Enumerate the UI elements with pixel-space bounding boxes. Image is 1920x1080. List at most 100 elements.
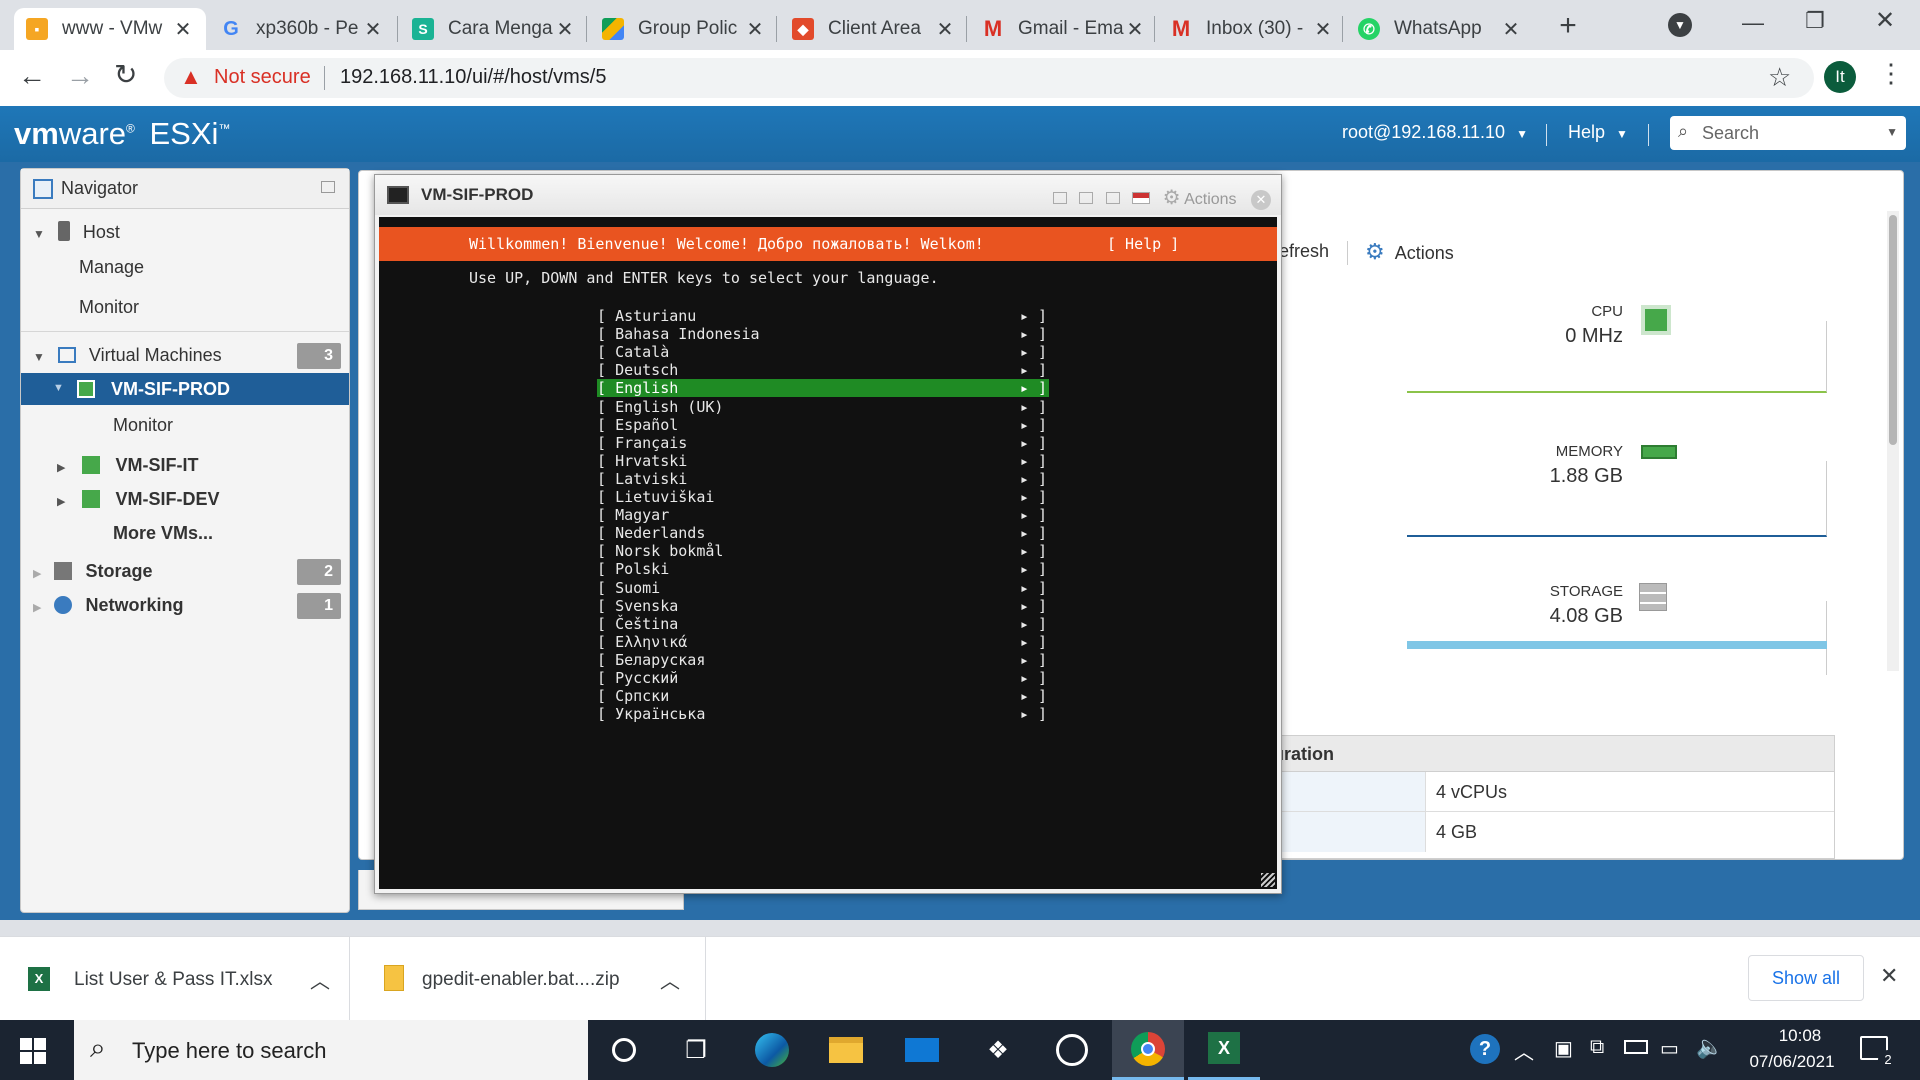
volume-icon[interactable]: 🔈	[1696, 1034, 1723, 1060]
language-option[interactable]: [ Lietuviškai ▸ ]	[597, 488, 1049, 506]
nav-networking[interactable]: ▶ Networking	[33, 595, 184, 616]
tab-client-area[interactable]: ◆ Client Area ✕	[780, 8, 968, 50]
download-item[interactable]: gpedit-enabler.bat....zip ︿	[356, 937, 706, 1021]
language-option[interactable]: [ Беларуская ▸ ]	[597, 651, 1049, 669]
nav-more-vms[interactable]: More VMs...	[113, 523, 213, 544]
chevron-up-icon[interactable]: ︿	[660, 965, 680, 994]
language-option[interactable]: [ Deutsch ▸ ]	[597, 361, 1049, 379]
back-icon[interactable]: ←	[18, 60, 46, 92]
actions-button[interactable]: ⚙ Actions	[1365, 239, 1454, 265]
app-icon[interactable]	[1052, 1030, 1092, 1070]
close-window-button[interactable]: ✕	[1870, 6, 1900, 35]
task-view-icon[interactable]: ❐	[676, 1030, 716, 1070]
profile-avatar[interactable]: It	[1824, 61, 1856, 93]
language-option[interactable]: [ English (UK) ▸ ]	[597, 398, 1049, 416]
tab-search-button[interactable]: ▼	[1668, 13, 1692, 37]
download-item[interactable]: X List User & Pass IT.xlsx ︿	[0, 937, 350, 1021]
new-tab-button[interactable]: +	[1550, 8, 1586, 44]
file-explorer-icon[interactable]	[826, 1030, 866, 1070]
tab-whatsapp[interactable]: ✆ WhatsApp ✕	[1346, 8, 1534, 50]
language-option[interactable]: [ Bahasa Indonesia ▸ ]	[597, 325, 1049, 343]
nav-virtual-machines[interactable]: ▼ Virtual Machines	[33, 345, 339, 366]
bookmark-star-icon[interactable]: ☆	[1768, 62, 1791, 93]
close-icon[interactable]: ✕	[744, 17, 766, 42]
help-menu[interactable]: Help ▼	[1568, 122, 1628, 143]
language-option[interactable]: [ Suomi ▸ ]	[597, 579, 1049, 597]
fullscreen-icon[interactable]	[1105, 192, 1120, 204]
language-option[interactable]: [ Català ▸ ]	[597, 343, 1049, 361]
language-option[interactable]: [ Српски ▸ ]	[597, 687, 1049, 705]
close-icon[interactable]: ✕	[1312, 17, 1334, 42]
language-option[interactable]: [ English ▸ ]	[597, 379, 1049, 398]
language-option[interactable]: [ Français ▸ ]	[597, 434, 1049, 452]
nav-monitor[interactable]: Monitor	[79, 297, 139, 318]
language-option[interactable]: [ Čeština ▸ ]	[597, 615, 1049, 633]
language-option[interactable]: [ Nederlands ▸ ]	[597, 524, 1049, 542]
close-icon[interactable]: ✕	[362, 17, 384, 42]
language-option[interactable]: [ Magyar ▸ ]	[597, 506, 1049, 524]
mail-icon[interactable]	[902, 1030, 942, 1070]
nav-storage[interactable]: ▶ Storage	[33, 561, 153, 582]
tab-inbox[interactable]: M Inbox (30) - ✕	[1158, 8, 1346, 50]
language-option[interactable]: [ Hrvatski ▸ ]	[597, 452, 1049, 470]
chevron-up-icon[interactable]: ︿	[1514, 1036, 1534, 1065]
show-all-button[interactable]: Show all	[1748, 955, 1864, 1001]
menu-kebab-icon[interactable]: ⋮	[1878, 60, 1904, 86]
collapse-panel-icon[interactable]	[321, 181, 335, 193]
console-screen[interactable]: Willkommen! Bienvenue! Welcome! Добро по…	[379, 217, 1277, 889]
installer-help-button[interactable]: [ Help ]	[1107, 227, 1179, 261]
excel-taskbar-button[interactable]: X	[1188, 1020, 1260, 1080]
device-icon[interactable]: ⧉	[1590, 1036, 1604, 1059]
language-option[interactable]: [ Ελληνικά ▸ ]	[597, 633, 1049, 651]
cortana-icon[interactable]	[604, 1030, 644, 1070]
language-option[interactable]: [ Norsk bokmål ▸ ]	[597, 542, 1049, 560]
edge-icon[interactable]	[752, 1030, 792, 1070]
tab-cara[interactable]: S Cara Menga ✕	[400, 8, 588, 50]
chevron-up-icon[interactable]: ︿	[310, 965, 330, 994]
language-option[interactable]: [ Svenska ▸ ]	[597, 597, 1049, 615]
restore-button[interactable]: ❐	[1800, 8, 1830, 34]
tab-vmware[interactable]: ▪ www - VMw ✕	[14, 8, 206, 50]
tab-google[interactable]: G xp360b - Pe ✕	[208, 8, 396, 50]
tab-group-policy[interactable]: Group Polic ✕	[590, 8, 778, 50]
close-icon[interactable]: ✕	[1500, 17, 1522, 42]
close-icon[interactable]: ✕	[554, 17, 576, 42]
refresh-button[interactable]: efresh	[1279, 241, 1329, 262]
scrollbar[interactable]	[1887, 211, 1899, 671]
nav-manage[interactable]: Manage	[79, 257, 144, 278]
security-label[interactable]: Not secure	[214, 66, 311, 89]
dropbox-icon[interactable]: ❖	[978, 1030, 1018, 1070]
close-icon[interactable]: ✕	[172, 17, 194, 42]
close-download-bar-icon[interactable]: ✕	[1880, 963, 1898, 989]
send-keys-icon[interactable]	[1052, 192, 1067, 204]
close-console-icon[interactable]: ✕	[1251, 190, 1271, 210]
omnibox[interactable]: ▲ Not secure 192.168.11.10/ui/#/host/vms…	[164, 58, 1814, 98]
tab-gmail[interactable]: M Gmail - Ema ✕	[970, 8, 1158, 50]
keyboard-layout-icon[interactable]	[1132, 192, 1151, 204]
reload-icon[interactable]: ↻	[114, 58, 137, 91]
language-option[interactable]: [ Русский ▸ ]	[597, 669, 1049, 687]
nav-vm-it[interactable]: ▶ VM-SIF-IT	[57, 455, 199, 476]
language-option[interactable]: [ Polski ▸ ]	[597, 560, 1049, 578]
console-actions-label[interactable]: Actions	[1184, 191, 1236, 208]
taskbar-date[interactable]: 07/06/2021	[1732, 1052, 1852, 1072]
fit-window-icon[interactable]	[1079, 192, 1094, 204]
language-option[interactable]: [ Українська ▸ ]	[597, 705, 1049, 723]
user-menu[interactable]: root@192.168.11.10 ▼	[1342, 122, 1528, 143]
language-option[interactable]: [ Asturianu ▸ ]	[597, 307, 1049, 325]
close-icon[interactable]: ✕	[1124, 17, 1146, 42]
nav-vm-monitor[interactable]: Monitor	[113, 415, 173, 436]
windows-start-icon[interactable]	[20, 1038, 46, 1064]
nav-vm-dev[interactable]: ▶ VM-SIF-DEV	[57, 489, 220, 510]
battery-icon[interactable]	[1624, 1040, 1648, 1054]
esxi-search-field[interactable]: ⌕ Search ▼	[1670, 116, 1906, 150]
chrome-taskbar-button[interactable]	[1112, 1020, 1184, 1080]
nav-host[interactable]: ▼ Host	[33, 221, 120, 243]
url-text[interactable]: 192.168.11.10/ui/#/host/vms/5	[340, 66, 606, 89]
network-icon[interactable]: ▭	[1660, 1036, 1679, 1061]
language-option[interactable]: [ Español ▸ ]	[597, 416, 1049, 434]
close-icon[interactable]: ✕	[934, 17, 956, 42]
taskbar-time[interactable]: 10:08	[1760, 1026, 1840, 1046]
meet-now-icon[interactable]: ▣	[1554, 1036, 1573, 1061]
nav-selected-vm[interactable]: ▼ VM-SIF-PROD	[21, 373, 349, 405]
